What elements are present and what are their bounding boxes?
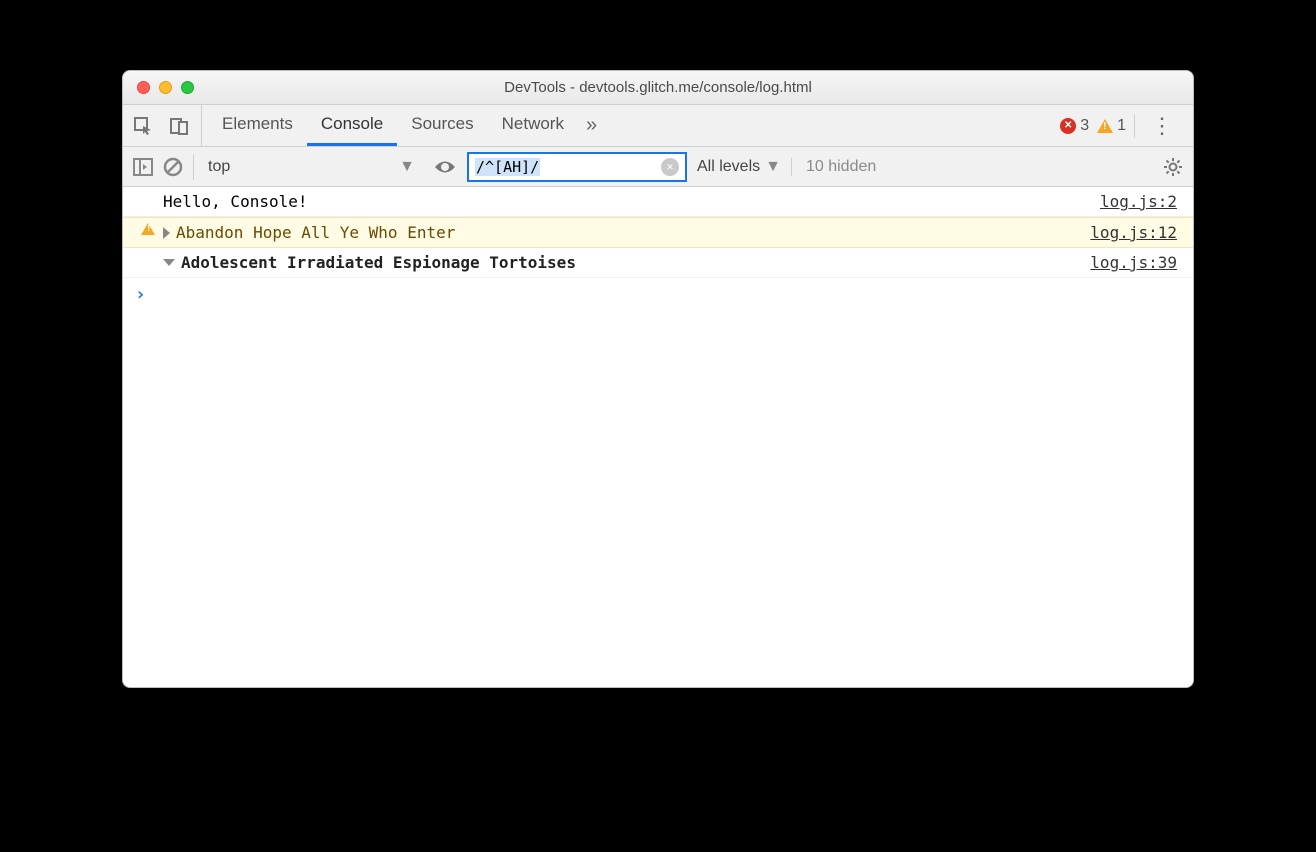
log-level-select[interactable]: All levels ▼ bbox=[697, 158, 781, 176]
divider bbox=[1134, 114, 1135, 138]
log-source-link[interactable]: log.js:39 bbox=[1090, 253, 1177, 272]
log-row[interactable]: Hello, Console! log.js:2 bbox=[123, 187, 1193, 217]
main-tabbar: Elements Console Sources Network » 3 1 ⋮ bbox=[123, 105, 1193, 147]
context-label: top bbox=[208, 158, 230, 176]
device-toolbar-icon[interactable] bbox=[167, 114, 191, 138]
error-count: 3 bbox=[1080, 117, 1089, 135]
hidden-messages-label[interactable]: 10 hidden bbox=[791, 158, 876, 176]
chevron-down-icon: ▼ bbox=[399, 158, 415, 176]
log-source-link[interactable]: log.js:2 bbox=[1100, 192, 1177, 211]
console-output: Hello, Console! log.js:2 Abandon Hope Al… bbox=[123, 187, 1193, 687]
expand-icon[interactable] bbox=[163, 227, 170, 239]
titlebar: DevTools - devtools.glitch.me/console/lo… bbox=[123, 71, 1193, 105]
tab-elements[interactable]: Elements bbox=[208, 105, 307, 146]
devtools-window: DevTools - devtools.glitch.me/console/lo… bbox=[122, 70, 1194, 688]
clear-console-icon[interactable] bbox=[163, 157, 183, 177]
inspect-element-icon[interactable] bbox=[131, 114, 155, 138]
warning-icon bbox=[1097, 119, 1113, 133]
log-row-group[interactable]: Adolescent Irradiated Espionage Tortoise… bbox=[123, 248, 1193, 278]
tab-label: Console bbox=[321, 114, 383, 134]
error-count-badge[interactable]: 3 bbox=[1060, 117, 1089, 135]
warning-count-badge[interactable]: 1 bbox=[1097, 117, 1126, 135]
log-message: Abandon Hope All Ye Who Enter bbox=[176, 223, 455, 242]
clear-filter-icon[interactable]: ✕ bbox=[661, 158, 679, 176]
prompt-chevron-icon: › bbox=[135, 284, 146, 305]
levels-label: All levels bbox=[697, 158, 760, 176]
console-prompt[interactable]: › bbox=[123, 278, 1193, 311]
execution-context-select[interactable]: top ▼ bbox=[193, 154, 423, 180]
filter-input[interactable]: /^[AH]/ ✕ bbox=[467, 152, 687, 182]
log-row-warning[interactable]: Abandon Hope All Ye Who Enter log.js:12 bbox=[123, 217, 1193, 248]
tab-label: Network bbox=[502, 114, 564, 134]
tab-sources[interactable]: Sources bbox=[397, 105, 487, 146]
settings-menu-button[interactable]: ⋮ bbox=[1143, 113, 1181, 139]
panel-tabs: Elements Console Sources Network bbox=[208, 105, 578, 146]
window-title: DevTools - devtools.glitch.me/console/lo… bbox=[123, 79, 1193, 96]
live-expression-icon[interactable] bbox=[433, 158, 457, 176]
toggle-sidebar-icon[interactable] bbox=[133, 158, 153, 176]
more-tabs-button[interactable]: » bbox=[578, 105, 605, 146]
error-icon bbox=[1060, 118, 1076, 134]
log-source-link[interactable]: log.js:12 bbox=[1090, 223, 1177, 242]
tab-network[interactable]: Network bbox=[488, 105, 578, 146]
console-toolbar: top ▼ /^[AH]/ ✕ All levels ▼ 10 hidden bbox=[123, 147, 1193, 187]
collapse-icon[interactable] bbox=[163, 259, 175, 266]
tab-label: Elements bbox=[222, 114, 293, 134]
tab-console[interactable]: Console bbox=[307, 105, 397, 146]
console-settings-icon[interactable] bbox=[1163, 157, 1183, 177]
tab-label: Sources bbox=[411, 114, 473, 134]
log-message: Adolescent Irradiated Espionage Tortoise… bbox=[181, 253, 576, 272]
chevron-down-icon: ▼ bbox=[765, 158, 781, 176]
warning-count: 1 bbox=[1117, 117, 1126, 135]
log-message: Hello, Console! bbox=[163, 192, 308, 211]
warning-icon bbox=[141, 223, 155, 235]
filter-value: /^[AH]/ bbox=[475, 158, 540, 176]
